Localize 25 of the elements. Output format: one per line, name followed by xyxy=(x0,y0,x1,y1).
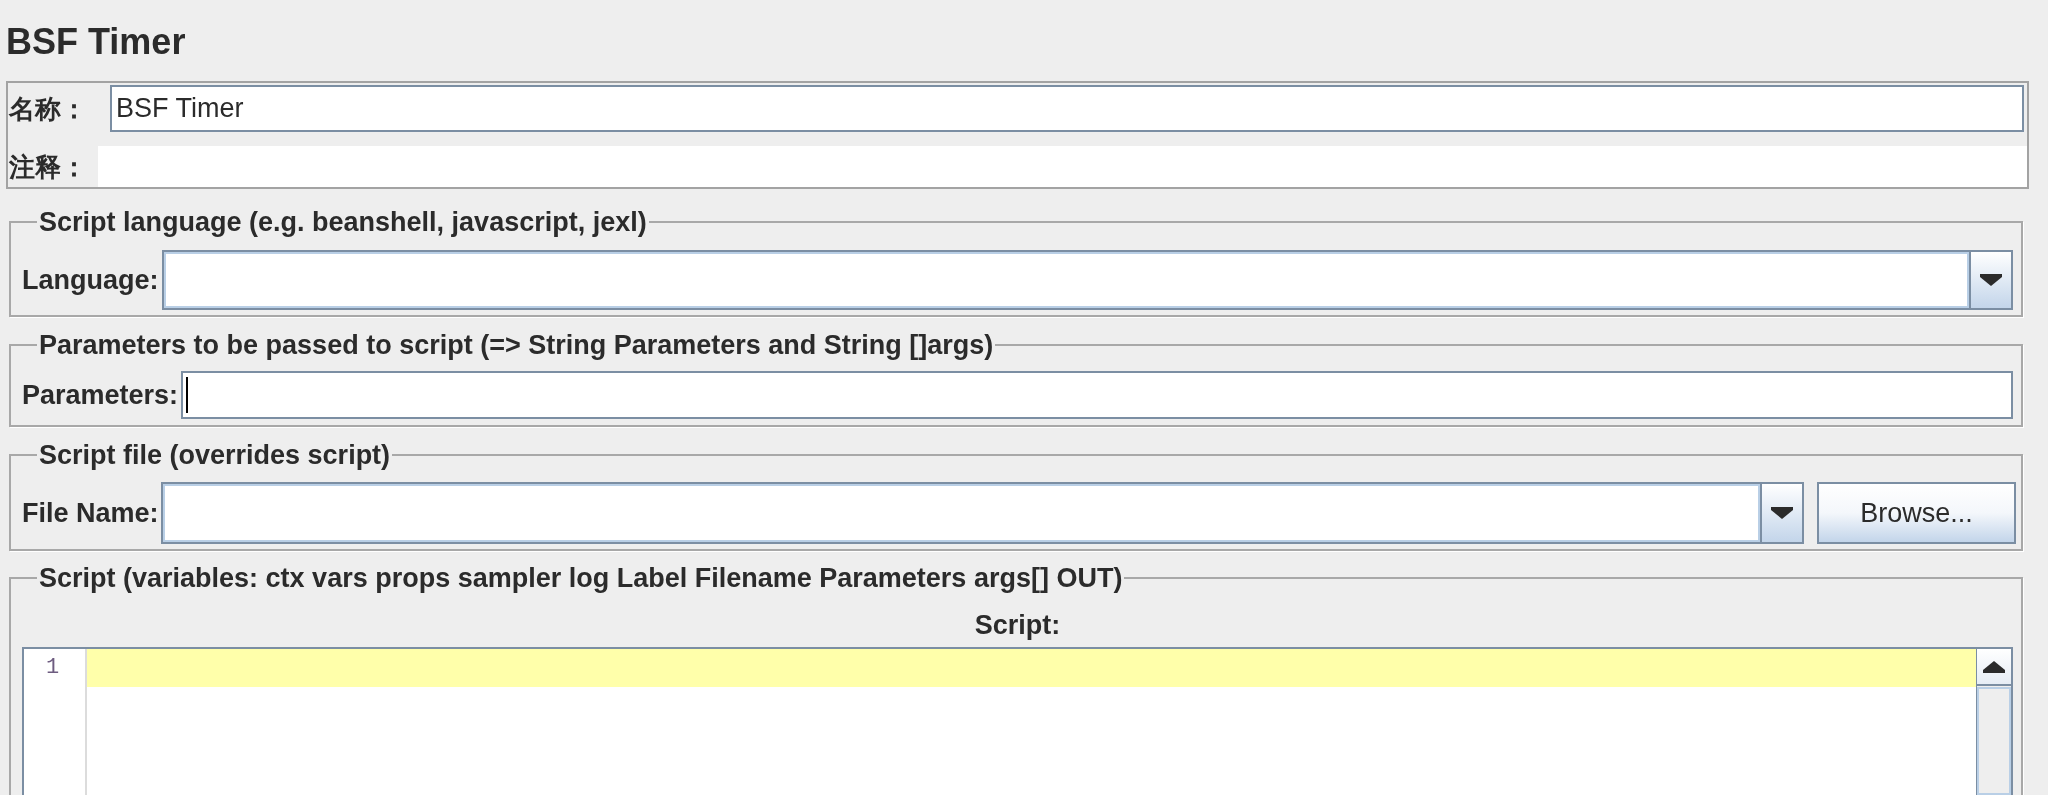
dropdown-arrow-button[interactable] xyxy=(1969,252,2011,308)
group-legend: Parameters to be passed to script (=> String Parameters and String []args) xyxy=(37,330,996,360)
browse-button[interactable]: Browse... xyxy=(1817,482,2016,544)
comment-field[interactable] xyxy=(98,146,2027,187)
name-field[interactable]: BSF Timer xyxy=(110,85,2024,132)
group-legend: Script (variables: ctx vars props sampler log Label Filename Parameters args[] OUT) xyxy=(37,563,1125,593)
code-editor[interactable]: 1 xyxy=(22,647,2013,795)
field-label: Parameters: xyxy=(22,380,180,410)
caret-down-icon xyxy=(1980,274,2002,286)
comment-label: 注释： xyxy=(9,151,87,182)
parameters-field[interactable] xyxy=(181,371,2013,419)
script-label: Script: xyxy=(974,610,1061,640)
group-legend: Script file (overrides script) xyxy=(37,440,393,470)
caret-up-icon xyxy=(1983,660,2005,673)
field-label: File Name: xyxy=(22,498,160,528)
scrollbar-thumb[interactable] xyxy=(1977,687,2011,795)
name-label: 名称： xyxy=(9,93,87,124)
caret-down-icon xyxy=(1771,507,1793,519)
line-number: 1 xyxy=(46,655,60,681)
dropdown-arrow-button[interactable] xyxy=(1760,484,1802,542)
field-label: Language: xyxy=(22,265,160,295)
vertical-scrollbar[interactable] xyxy=(1976,649,2011,795)
group-legend: Script language (e.g. beanshell, javascript, jexl) xyxy=(37,207,649,237)
panel-title: BSF Timer xyxy=(6,20,186,64)
scroll-up-button[interactable] xyxy=(1977,649,2011,686)
